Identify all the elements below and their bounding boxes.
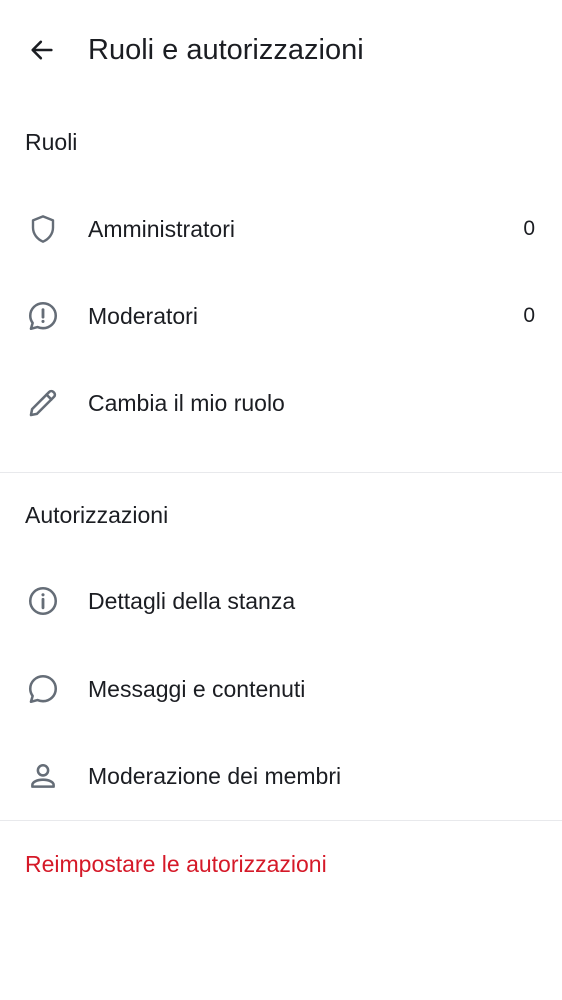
row-label: Amministratori bbox=[88, 215, 235, 242]
role-count: 0 bbox=[523, 216, 535, 240]
chat-bubble-icon bbox=[25, 671, 61, 707]
row-label: Moderazione dei membri bbox=[88, 762, 342, 789]
row-label: Dettagli della stanza bbox=[88, 587, 296, 614]
info-icon bbox=[25, 583, 61, 619]
section-header-permissions: Autorizzazioni bbox=[25, 502, 169, 528]
row-administrators[interactable]: Amministratori 0 bbox=[0, 185, 562, 272]
row-moderators[interactable]: Moderatori 0 bbox=[0, 272, 562, 359]
page-title: Ruoli e autorizzazioni bbox=[88, 34, 364, 66]
row-label: Messaggi e contenuti bbox=[88, 675, 306, 702]
user-icon bbox=[25, 758, 61, 794]
row-label: Moderatori bbox=[88, 302, 198, 329]
top-app-bar: Ruoli e autorizzazioni bbox=[0, 0, 562, 100]
row-change-my-role[interactable]: Cambia il mio ruolo bbox=[0, 359, 562, 446]
back-button[interactable] bbox=[20, 28, 64, 72]
chat-alert-icon bbox=[25, 298, 61, 334]
arrow-left-icon bbox=[28, 36, 56, 64]
shield-icon bbox=[25, 211, 61, 247]
pencil-icon bbox=[25, 385, 61, 421]
section-header-roles: Ruoli bbox=[25, 129, 78, 155]
reset-permissions-button[interactable]: Reimpostare le autorizzazioni bbox=[25, 848, 327, 880]
row-member-moderation[interactable]: Moderazione dei membri bbox=[0, 732, 562, 819]
row-messages-content[interactable]: Messaggi e contenuti bbox=[0, 645, 562, 732]
row-room-details[interactable]: Dettagli della stanza bbox=[0, 557, 562, 644]
role-count: 0 bbox=[523, 303, 535, 327]
row-label: Cambia il mio ruolo bbox=[88, 389, 285, 416]
section-divider bbox=[0, 820, 562, 821]
section-divider bbox=[0, 472, 562, 473]
